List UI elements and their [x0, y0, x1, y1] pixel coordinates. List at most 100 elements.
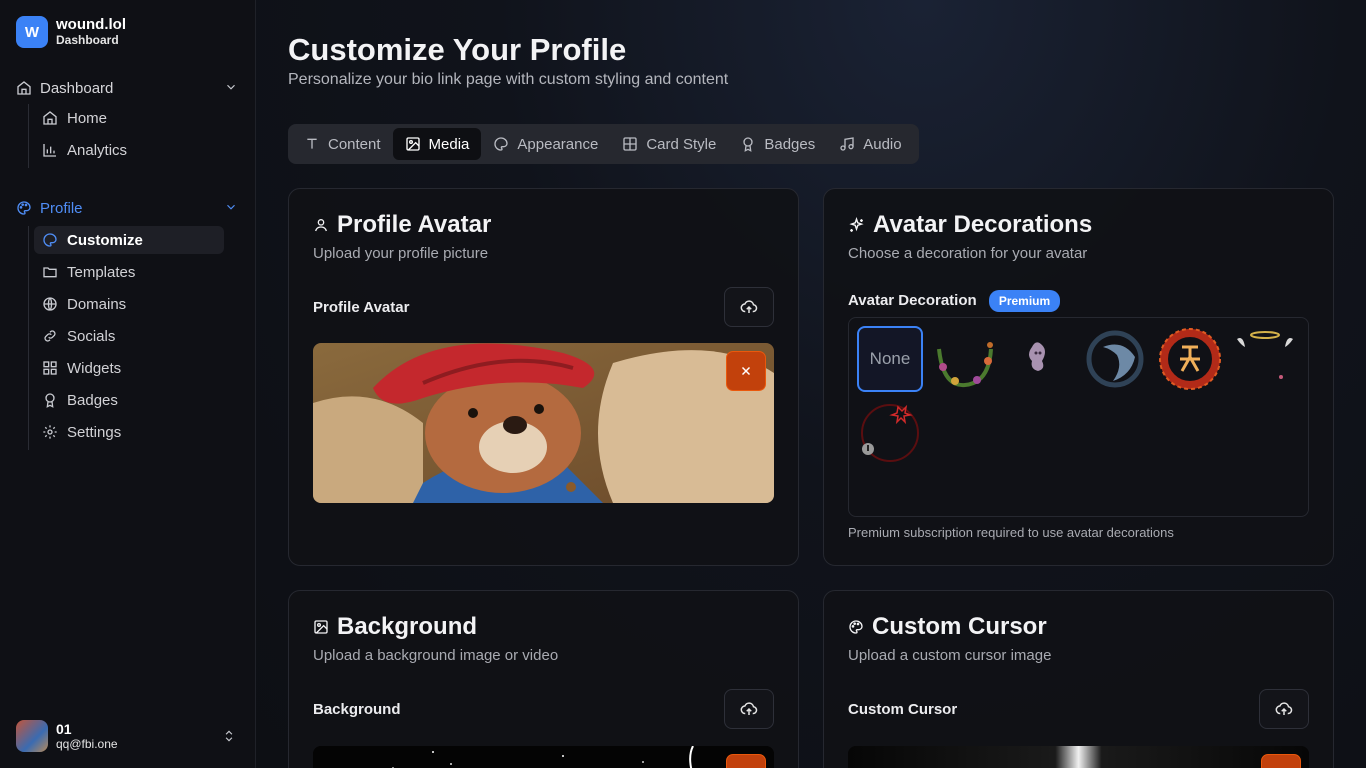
sidebar-item-label: Domains — [67, 295, 127, 313]
tab-badges[interactable]: Badges — [728, 128, 827, 160]
globe-icon — [43, 297, 57, 311]
cursor-image — [848, 746, 1309, 768]
card-title: Background — [337, 613, 478, 640]
upload-background-button[interactable] — [724, 689, 774, 729]
angel-halo-decoration — [1237, 331, 1293, 379]
background-preview — [313, 746, 774, 768]
tab-content[interactable]: Content — [292, 128, 393, 160]
sidebar-item-label: Templates — [67, 263, 136, 281]
user-menu[interactable]: 01 qq@fbi.one — [16, 720, 240, 752]
card-subtitle: Upload a background image or video — [313, 647, 559, 664]
custom-cursor-card: Custom Cursor Upload a custom cursor ima… — [823, 590, 1334, 768]
fire-ring-decoration — [1159, 328, 1221, 390]
main-content: Customize Your Profile Personalize your … — [256, 0, 1366, 768]
grid-icon — [623, 137, 637, 151]
folder-icon — [43, 267, 57, 278]
decoration-option[interactable] — [1232, 326, 1298, 392]
bar-chart-icon — [43, 144, 56, 157]
palette-icon — [849, 620, 863, 634]
profile-avatar-card: Profile Avatar Upload your profile pictu… — [288, 188, 799, 566]
tab-media[interactable]: Media — [392, 128, 482, 160]
sidebar-item-socials[interactable]: Socials — [34, 322, 224, 350]
tab-label: Media — [428, 135, 470, 153]
field-label: Profile Avatar — [313, 299, 410, 316]
decoration-none-label: None — [869, 349, 911, 368]
sidebar-item-home[interactable]: Home — [34, 104, 224, 132]
upload-cursor-button[interactable] — [1259, 689, 1309, 729]
decoration-option[interactable] — [932, 326, 998, 392]
home-icon — [43, 111, 57, 125]
cloud-upload-icon — [1275, 702, 1293, 715]
brand[interactable]: W wound.lol Dashboard — [16, 16, 126, 48]
background-image — [313, 746, 774, 768]
card-title: Profile Avatar — [337, 211, 492, 238]
music-icon — [840, 137, 854, 151]
decoration-option[interactable] — [1157, 326, 1223, 392]
sidebar-item-badges[interactable]: Badges — [34, 386, 224, 414]
sidebar-item-label: Home — [67, 109, 108, 127]
decoration-option-none[interactable]: None — [857, 326, 923, 392]
remove-avatar-button[interactable] — [726, 351, 766, 391]
sidebar-item-templates[interactable]: Templates — [34, 258, 224, 286]
field-label: Background — [313, 701, 401, 718]
sidebar-item-domains[interactable]: Domains — [34, 290, 224, 318]
palette-icon — [494, 137, 509, 151]
cloud-upload-icon — [740, 702, 758, 715]
link-icon — [44, 330, 56, 342]
nav-group-profile[interactable]: Profile — [16, 196, 240, 220]
field-label: Avatar Decoration — [848, 291, 977, 309]
close-icon — [741, 366, 751, 376]
nav-group-profile-label: Profile — [40, 199, 83, 217]
tab-label: Content — [328, 135, 381, 153]
cursor-preview — [848, 746, 1309, 768]
card-subtitle: Choose a decoration for your avatar — [848, 245, 1088, 262]
image-icon — [314, 620, 328, 634]
remove-cursor-button[interactable] — [1261, 754, 1301, 768]
card-title: Custom Cursor — [872, 613, 1047, 640]
decoration-option[interactable] — [1007, 326, 1073, 392]
card-subtitle: Upload your profile picture — [313, 245, 489, 262]
anger-ring-decoration — [861, 404, 919, 462]
page-subtitle: Personalize your bio link page with cust… — [288, 71, 729, 88]
palette-icon — [43, 233, 57, 247]
sidebar-item-label: Analytics — [67, 141, 128, 159]
decoration-option[interactable] — [857, 400, 923, 466]
sidebar-item-widgets[interactable]: Widgets — [34, 354, 224, 382]
wave-ring-decoration — [1086, 330, 1144, 388]
user-icon — [315, 219, 327, 232]
premium-note: Premium subscription required to use ava… — [848, 525, 1174, 540]
page-title: Customize Your Profile — [288, 32, 627, 67]
cloud-upload-icon — [740, 300, 758, 313]
sidebar-item-analytics[interactable]: Analytics — [34, 136, 224, 164]
chevron-down-icon — [227, 204, 235, 210]
nav-group-dashboard[interactable]: Dashboard — [16, 76, 240, 100]
brand-logo: W — [16, 16, 48, 48]
sidebar-item-label: Badges — [67, 391, 118, 409]
sidebar-item-label: Socials — [67, 327, 116, 345]
sparkles-icon — [849, 216, 864, 232]
chevrons-up-down-icon — [225, 730, 233, 742]
decoration-option[interactable] — [1082, 326, 1148, 392]
palette-icon — [17, 201, 31, 215]
award-icon — [45, 393, 55, 408]
avatar-decorations-card: Avatar Decorations Choose a decoration f… — [823, 188, 1334, 566]
remove-background-button[interactable] — [726, 754, 766, 768]
sidebar-item-label: Widgets — [67, 359, 122, 377]
gear-icon — [43, 425, 57, 439]
tab-appearance[interactable]: Appearance — [481, 128, 610, 160]
background-card: Background Upload a background image or … — [288, 590, 799, 768]
sidebar-item-customize[interactable]: Customize — [34, 226, 224, 254]
user-email: qq@fbi.one — [56, 736, 118, 751]
ghost-decoration — [1029, 342, 1045, 371]
chevron-down-icon — [227, 84, 235, 90]
tab-label: Audio — [863, 135, 902, 153]
home-icon — [17, 81, 31, 95]
avatar — [16, 720, 48, 752]
avatar-image — [313, 343, 774, 503]
tab-card-style[interactable]: Card Style — [610, 128, 728, 160]
sidebar-item-settings[interactable]: Settings — [34, 418, 224, 446]
text-icon — [307, 138, 317, 149]
field-label: Custom Cursor — [848, 701, 958, 718]
tab-audio[interactable]: Audio — [827, 128, 913, 160]
upload-avatar-button[interactable] — [724, 287, 774, 327]
